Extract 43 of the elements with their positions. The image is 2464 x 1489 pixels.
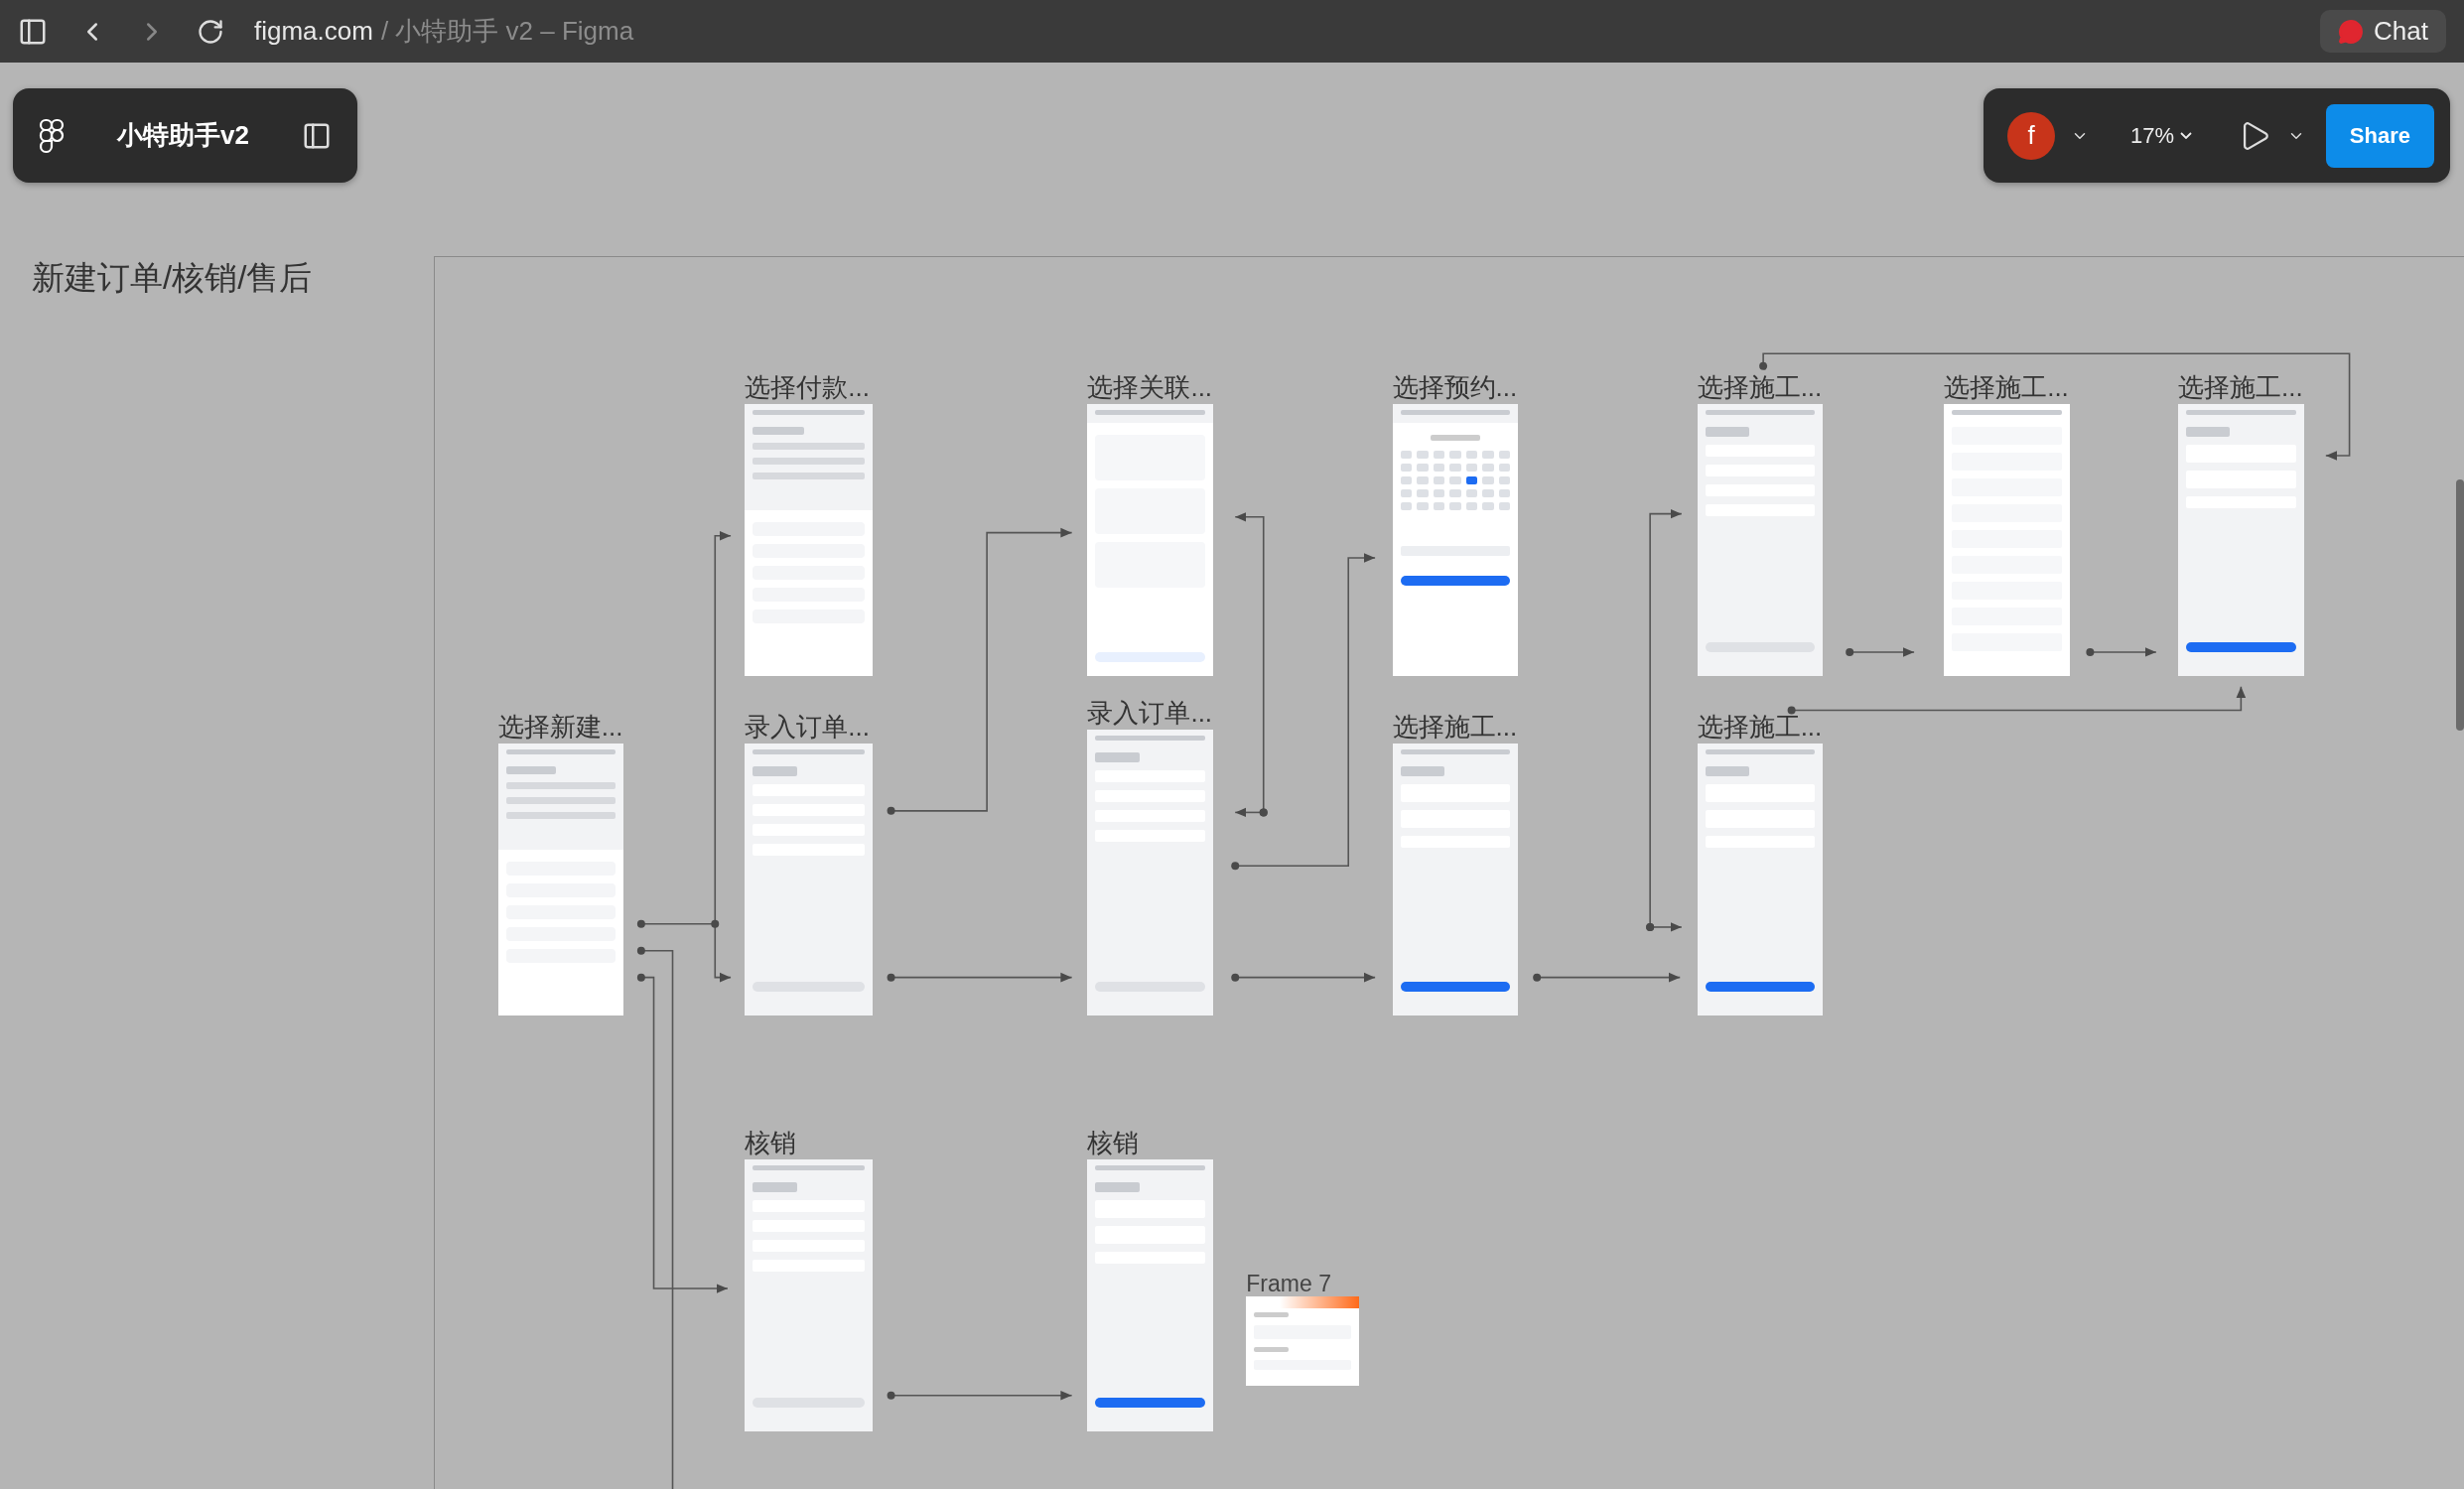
frame-label[interactable]: 选择施工... [1697, 709, 1823, 744]
connector-arrow [2086, 647, 2157, 657]
screen-thumbnail[interactable] [745, 743, 873, 1015]
frame-label[interactable]: 选择施工... [2178, 369, 2303, 405]
frame-label[interactable]: 选择施工... [1944, 369, 2069, 405]
frame-label[interactable]: 选择预约... [1392, 369, 1518, 405]
scrollbar[interactable] [2456, 479, 2464, 731]
screen-thumbnail[interactable] [1087, 1159, 1214, 1432]
frame-label[interactable]: 核销 [745, 1126, 797, 1161]
connector-arrow [1846, 647, 1915, 657]
screen-thumbnail[interactable] [1087, 403, 1214, 676]
frame-label[interactable]: Frame 7 [1246, 1270, 1331, 1297]
page-title: / 小特助手 v2 – Figma [380, 15, 634, 48]
frame-label[interactable]: 选择新建... [497, 709, 623, 744]
screen-thumbnail[interactable] [497, 743, 624, 1015]
frame-label[interactable]: 核销 [1087, 1126, 1140, 1161]
figma-logo-icon[interactable] [39, 117, 65, 154]
screen-thumbnail[interactable] [1944, 403, 2070, 676]
screen-thumbnail[interactable] [1697, 403, 1824, 676]
caret-icon [2180, 132, 2193, 139]
frame-label[interactable]: 选择施工... [1697, 369, 1823, 405]
screen-thumbnail[interactable] [1697, 743, 1824, 1015]
share-button[interactable]: Share [2325, 103, 2434, 168]
frame-label[interactable]: 选择付款... [745, 369, 870, 405]
screen-thumbnail[interactable] [2178, 403, 2304, 676]
chat-button[interactable]: Chat [2320, 10, 2446, 53]
user-avatar[interactable]: f [2007, 111, 2055, 160]
frame-label[interactable]: 录入订单... [1087, 695, 1213, 731]
chat-bubble-icon [2338, 18, 2365, 45]
address-domain: figma.com [254, 16, 373, 47]
file-name[interactable]: 小特助手v2 [117, 118, 249, 153]
screen-thumbnail[interactable] [1392, 743, 1519, 1015]
frame-label[interactable]: 录入订单... [745, 709, 870, 744]
reload-icon[interactable] [197, 17, 224, 46]
section-title: 新建订单/核销/售后 [32, 258, 313, 298]
screen-thumbnail[interactable] [1246, 1295, 1360, 1387]
screen-thumbnail[interactable] [745, 1159, 873, 1432]
screen-thumbnail[interactable] [1087, 729, 1214, 1015]
screen-thumbnail[interactable] [1392, 403, 1519, 676]
zoom-control[interactable]: 17% [2124, 121, 2199, 150]
screen-thumbnail[interactable] [745, 403, 873, 676]
frame-label[interactable]: 选择关联... [1087, 369, 1213, 405]
frame-label[interactable]: 选择施工... [1392, 709, 1518, 744]
